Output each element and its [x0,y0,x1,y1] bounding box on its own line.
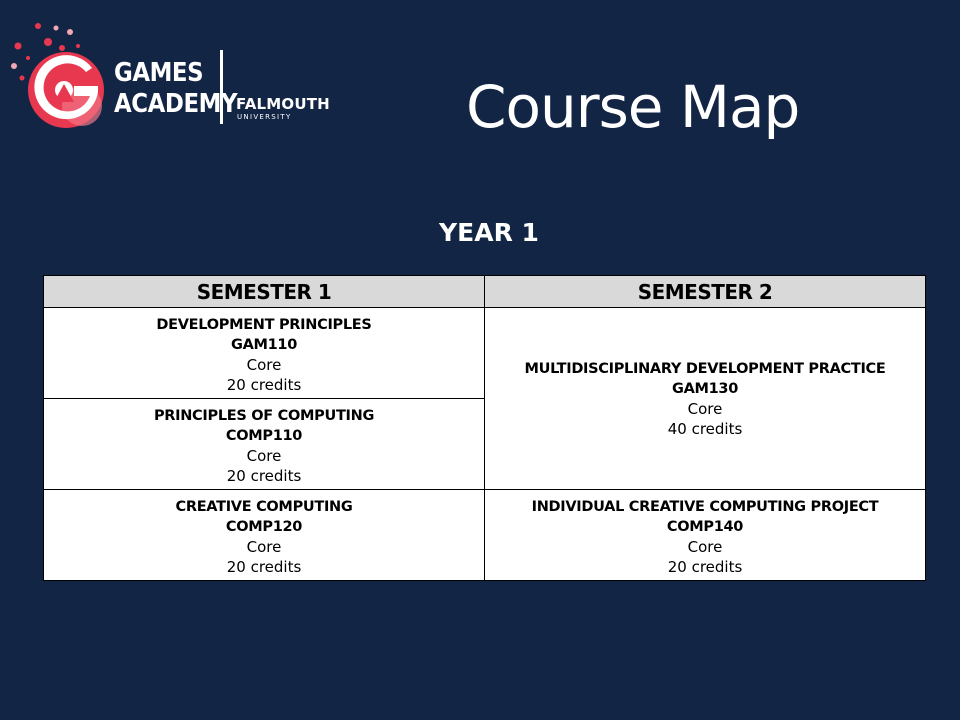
year-heading: YEAR 1 [439,218,539,247]
module-cell-comp110: PRINCIPLES OF COMPUTING COMP110 Core 20 … [43,398,485,490]
semester-2-header: SEMESTER 2 [484,275,926,308]
module-type: Core [687,538,723,556]
games-academy-logo: GAMES ACADEMY FALMOUTH UNIVERSITY [8,18,338,133]
module-cell-gam130: MULTIDISCIPLINARY DEVELOPMENT PRACTICE G… [484,307,926,490]
module-cell-comp140: INDIVIDUAL CREATIVE COMPUTING PROJECT CO… [484,489,926,581]
module-credits: 20 credits [667,558,743,576]
page-title: Course Map [466,73,800,141]
table-row: CREATIVE COMPUTING COMP120 Core 20 credi… [43,489,926,581]
module-cell-gam110: DEVELOPMENT PRINCIPLES GAM110 Core 20 cr… [43,307,485,399]
module-type: Core [687,399,723,418]
module-type: Core [246,538,282,556]
table-row: DEVELOPMENT PRINCIPLES GAM110 Core 20 cr… [43,307,926,490]
module-credits: 20 credits [226,467,302,485]
module-name: INDIVIDUAL CREATIVE COMPUTING PROJECT [531,499,879,515]
module-code: COMP110 [225,428,303,444]
logo-wordmark: GAMES ACADEMY [114,58,238,120]
logo-institution: FALMOUTH [236,95,330,113]
module-name: MULTIDISCIPLINARY DEVELOPMENT PRACTICE [524,360,886,377]
module-name: DEVELOPMENT PRINCIPLES [156,317,372,333]
module-cell-comp120: CREATIVE COMPUTING COMP120 Core 20 credi… [43,489,485,581]
module-code: COMP120 [225,519,303,535]
table-header-row: SEMESTER 1 SEMESTER 2 [43,275,926,308]
module-type: Core [246,356,282,374]
logo-divider [220,50,223,124]
logo-line-academy: ACADEMY [114,89,238,119]
module-code: GAM110 [230,337,298,353]
module-credits: 40 credits [667,419,743,438]
semester-1-header: SEMESTER 1 [43,275,485,308]
module-code: COMP140 [666,519,744,535]
logo-line-games: GAMES [114,58,204,88]
module-credits: 20 credits [226,376,302,394]
games-academy-emblem-icon [11,23,104,128]
logo-institution-sub: UNIVERSITY [237,113,292,121]
module-name: PRINCIPLES OF COMPUTING [153,408,375,424]
module-credits: 20 credits [226,558,302,576]
module-code: GAM130 [671,380,739,397]
course-map-table: SEMESTER 1 SEMESTER 2 DEVELOPMENT PRINCI… [43,275,926,581]
module-type: Core [246,447,282,465]
module-name: CREATIVE COMPUTING [175,499,353,515]
